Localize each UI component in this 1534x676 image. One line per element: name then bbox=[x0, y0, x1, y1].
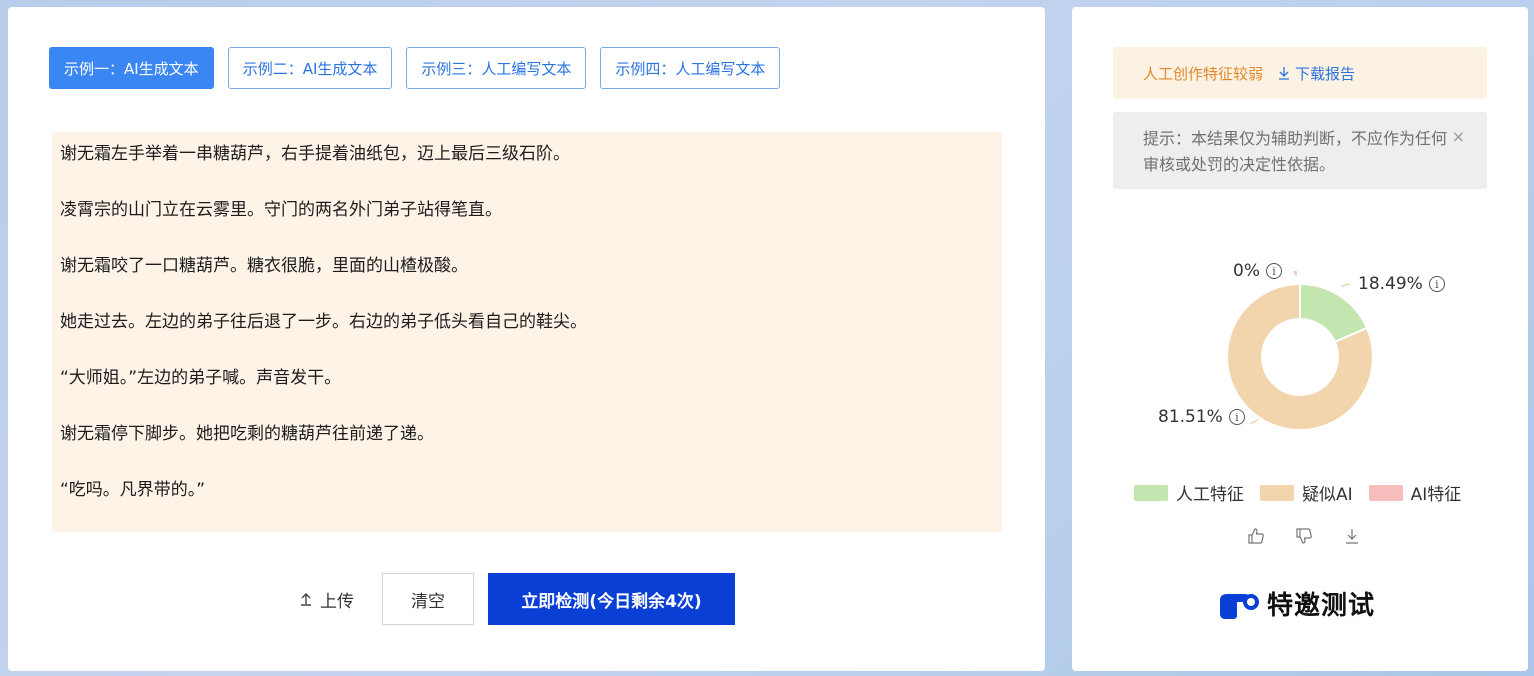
value-human-feature: 18.49% bbox=[1358, 274, 1423, 294]
info-icon[interactable]: i bbox=[1428, 276, 1445, 292]
text-paragraph: 谢无霜咬了一口糖葫芦。糖衣很脆，里面的山楂极酸。 bbox=[60, 256, 468, 276]
legend-label: AI特征 bbox=[1410, 485, 1462, 505]
text-paragraph: “大师姐。”左边的弟子喊。声音发干。 bbox=[60, 368, 342, 388]
text-input-panel: 示例一：AI生成文本 示例二：AI生成文本 示例三：人工编写文本 示例四：人工编… bbox=[8, 7, 1045, 671]
feedback-bar bbox=[1247, 527, 1361, 550]
thumbs-up-icon[interactable] bbox=[1247, 527, 1265, 550]
leader-line-suspected-ai bbox=[1249, 418, 1259, 424]
thumbs-down-icon[interactable] bbox=[1295, 527, 1313, 550]
legend-item-ai[interactable]: AI特征 bbox=[1368, 480, 1462, 505]
clear-button[interactable]: 清空 bbox=[382, 573, 474, 625]
download-report-link[interactable]: 下载报告 bbox=[1277, 63, 1355, 84]
value-ai-feature: 0% bbox=[1233, 261, 1260, 281]
download-icon bbox=[1279, 67, 1290, 80]
chart-legend: 人工特征 疑似AI AI特征 bbox=[1134, 480, 1461, 505]
upload-label: 上传 bbox=[320, 591, 354, 612]
legend-label: 人工特征 bbox=[1176, 485, 1244, 505]
action-bar: 上传 清空 立即检测(今日剩余4次) bbox=[298, 573, 735, 625]
text-paragraph: 谢无霜停下脚步。她把吃剩的糖葫芦往前递了递。 bbox=[60, 424, 434, 444]
info-icon[interactable]: i bbox=[1228, 409, 1245, 425]
download-icon[interactable] bbox=[1343, 527, 1361, 550]
tab-example-2[interactable]: 示例二：AI生成文本 bbox=[227, 47, 393, 89]
legend-swatch bbox=[1260, 484, 1294, 501]
label-ai-feature: 0% i bbox=[1233, 261, 1282, 281]
result-summary-bar: 人工创作特征较弱 下载报告 bbox=[1113, 47, 1487, 99]
example-tabs: 示例一：AI生成文本 示例二：AI生成文本 示例三：人工编写文本 示例四：人工编… bbox=[49, 47, 781, 89]
download-report-label: 下载报告 bbox=[1295, 64, 1356, 83]
label-human-feature: 18.49% i bbox=[1358, 274, 1445, 294]
leader-line-human bbox=[1341, 283, 1351, 288]
tip-text: 提示：本结果仅为辅助判断，不应作为任何审核或处罚的决定性依据。 bbox=[1143, 129, 1448, 174]
close-icon[interactable]: × bbox=[1452, 124, 1465, 150]
legend-swatch bbox=[1134, 484, 1168, 501]
donut-chart: 0% i 18.49% i 81.51% i bbox=[1072, 237, 1528, 457]
value-suspected-ai: 81.51% bbox=[1158, 407, 1223, 427]
tab-example-3[interactable]: 示例三：人工编写文本 bbox=[406, 47, 587, 89]
label-suspected-ai: 81.51% i bbox=[1158, 407, 1245, 427]
legend-swatch bbox=[1368, 484, 1403, 501]
donut-svg bbox=[1226, 271, 1374, 431]
text-paragraph: 凌霄宗的山门立在云雾里。守门的两名外门弟子站得笔直。 bbox=[60, 200, 502, 220]
result-panel: 人工创作特征较弱 下载报告 提示：本结果仅为辅助判断，不应作为任何审核或处罚的决… bbox=[1072, 7, 1528, 671]
text-paragraph: 她走过去。左边的弟子往后退了一步。右边的弟子低头看自己的鞋尖。 bbox=[60, 312, 587, 332]
upload-button[interactable]: 上传 bbox=[298, 573, 354, 625]
legend-item-human[interactable]: 人工特征 bbox=[1134, 480, 1244, 505]
detect-button[interactable]: 立即检测(今日剩余4次) bbox=[488, 573, 735, 625]
tab-example-4[interactable]: 示例四：人工编写文本 bbox=[600, 47, 781, 89]
tab-example-1[interactable]: 示例一：AI生成文本 bbox=[49, 47, 214, 89]
text-paragraph: 谢无霜左手举着一串糖葫芦，右手提着油纸包，迈上最后三级石阶。 bbox=[60, 144, 570, 164]
brand-label: 特邀测试 bbox=[1267, 591, 1376, 621]
disclaimer-tip: 提示：本结果仅为辅助判断，不应作为任何审核或处罚的决定性依据。 × bbox=[1113, 112, 1487, 189]
legend-label: 疑似AI bbox=[1302, 485, 1353, 505]
upload-icon bbox=[301, 593, 311, 606]
info-icon[interactable]: i bbox=[1265, 263, 1282, 279]
pointing-hand-icon bbox=[1220, 593, 1259, 619]
legend-item-suspected-ai[interactable]: 疑似AI bbox=[1260, 480, 1353, 505]
result-summary: 人工创作特征较弱 bbox=[1143, 64, 1264, 83]
text-input-area[interactable]: 谢无霜左手举着一串糖葫芦，右手提着油纸包，迈上最后三级石阶。 凌霄宗的山门立在云… bbox=[52, 132, 1002, 532]
text-paragraph: “吃吗。凡界带的。” bbox=[60, 480, 206, 500]
brand-badge: 特邀测试 bbox=[1217, 585, 1375, 622]
slice-ai-feature[interactable] bbox=[1293, 271, 1297, 276]
